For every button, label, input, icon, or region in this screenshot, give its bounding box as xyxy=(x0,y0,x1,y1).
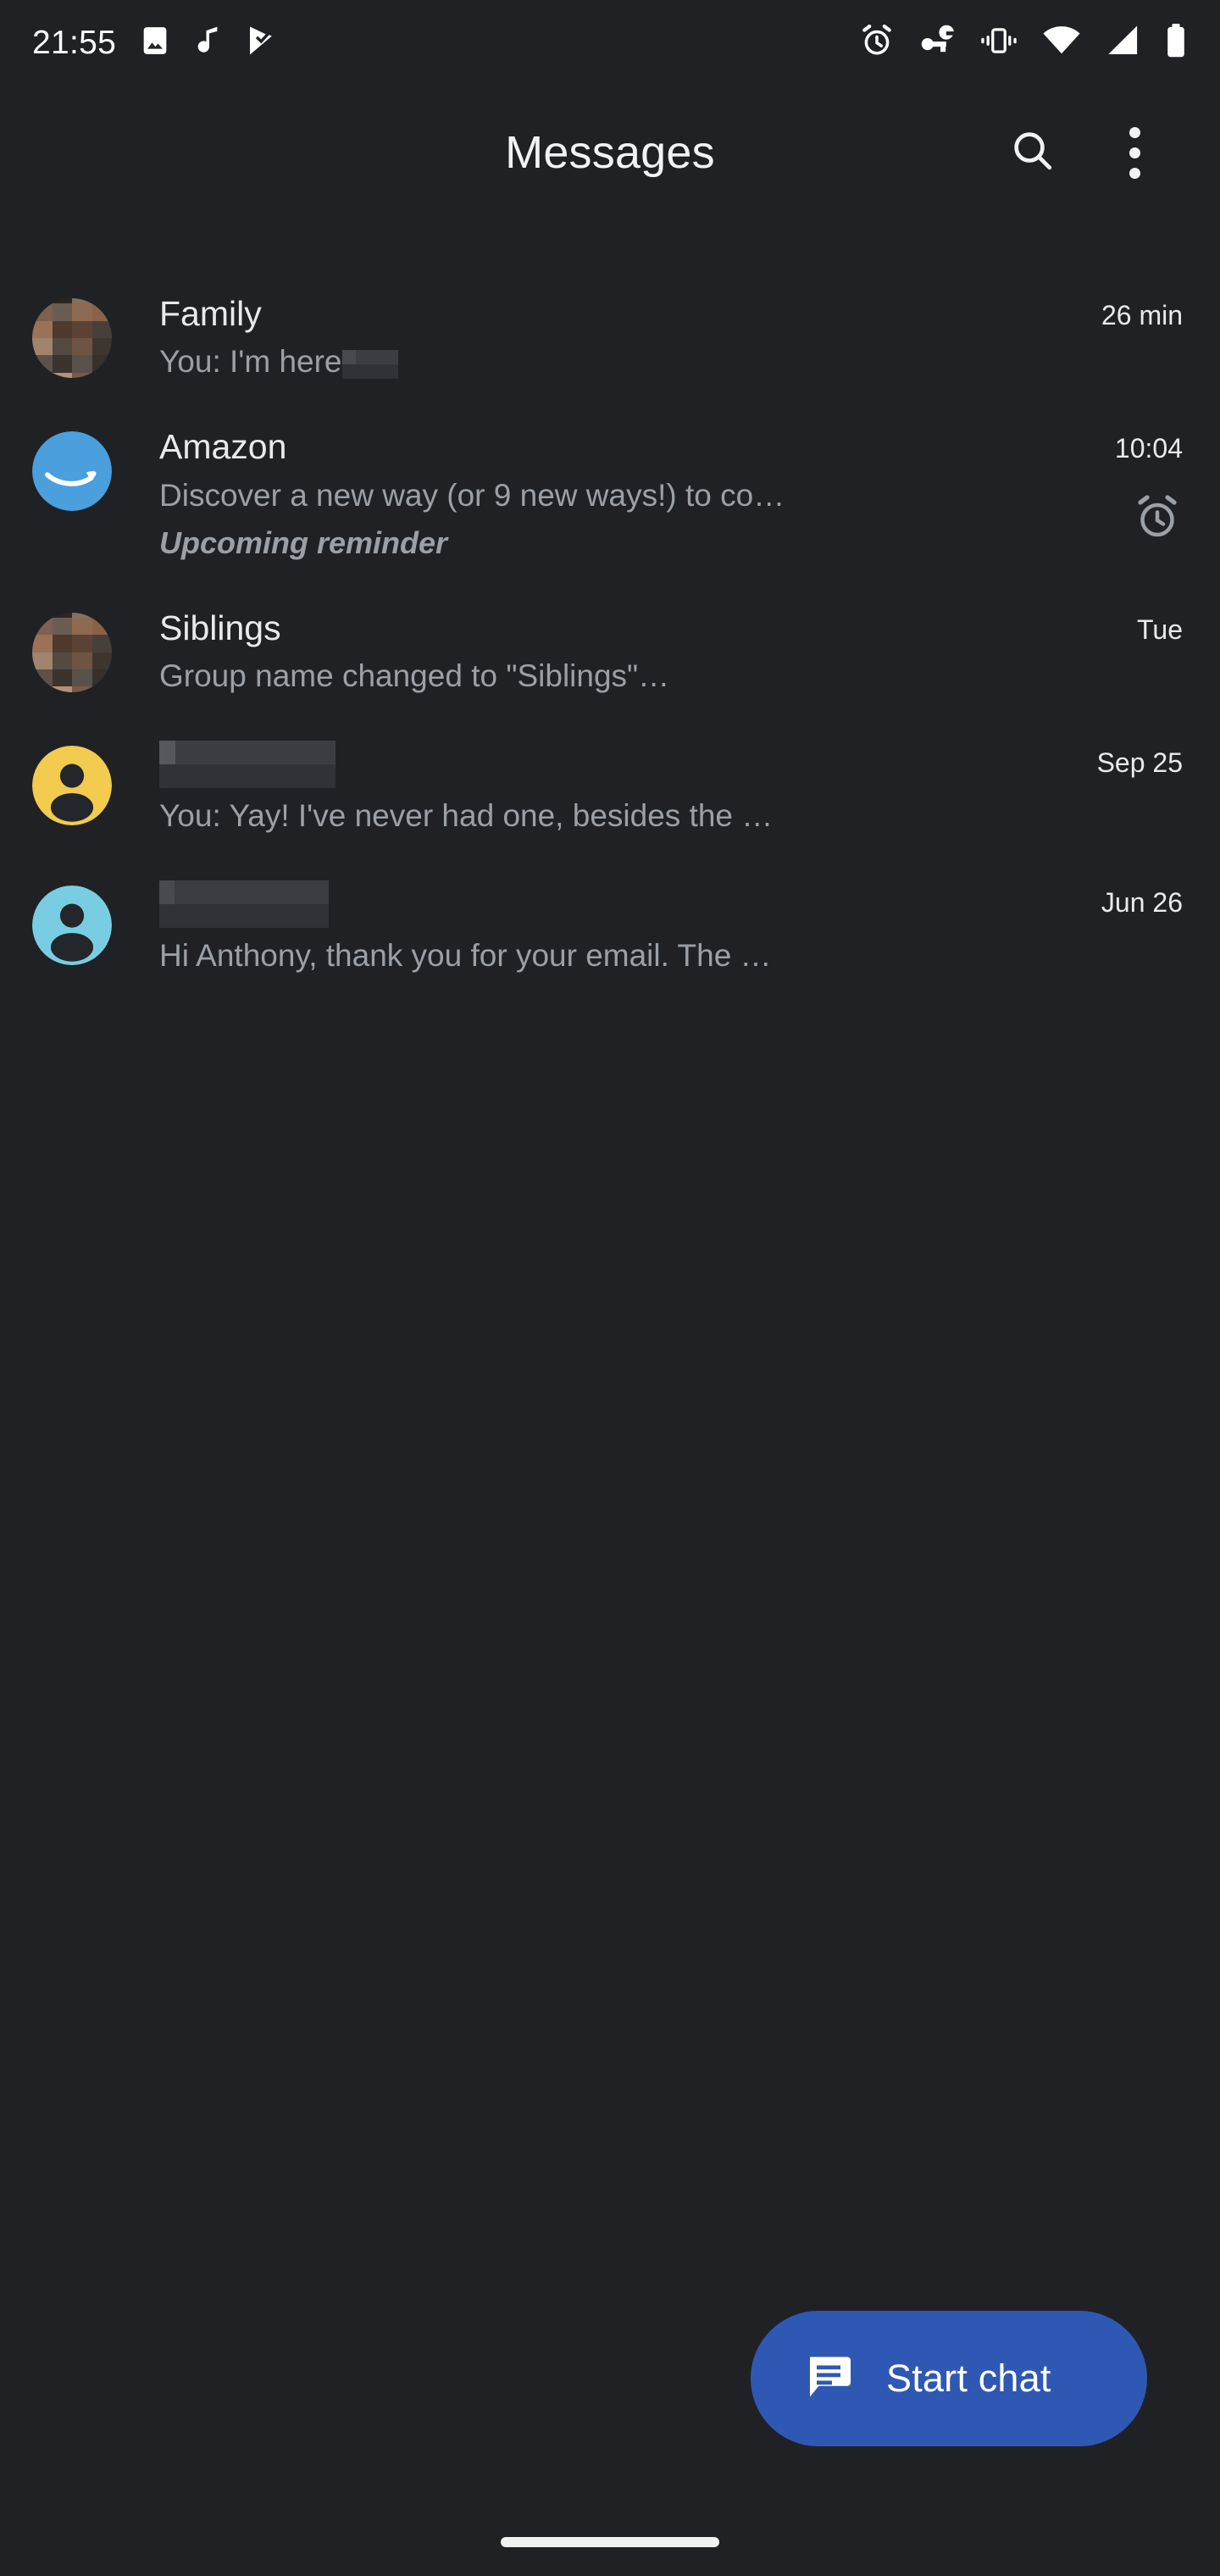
conversation-snippet-text: Discover a new way (or 9 new ways!) to c… xyxy=(159,477,785,513)
vpn-key-icon xyxy=(918,23,956,63)
conversation-meta: Tue xyxy=(1056,608,1183,646)
avatar[interactable] xyxy=(32,431,112,512)
vibrate-icon xyxy=(979,24,1018,62)
conversation-meta: 10:04 xyxy=(1056,426,1183,547)
conversation-snippet-text: Group name changed to "Siblings"… xyxy=(159,658,670,694)
conversation-timestamp: 10:04 xyxy=(1114,433,1183,464)
conversation-row[interactable]: Amazon Discover a new way (or 9 new ways!… xyxy=(0,404,1220,585)
status-bar-left: 21:55 xyxy=(32,24,277,62)
conversation-name-text: Siblings xyxy=(159,608,281,647)
conversation-timestamp: Jun 26 xyxy=(1101,887,1183,919)
conversation-text: Siblings Group name changed to "Siblings"… xyxy=(159,608,1056,697)
conversation-subtitle: Upcoming reminder xyxy=(159,525,448,560)
overflow-menu-button[interactable] xyxy=(1101,119,1167,186)
start-chat-fab[interactable]: Start chat xyxy=(751,2311,1147,2446)
status-bar: 21:55 xyxy=(0,0,1220,85)
chat-bubble-icon xyxy=(803,2351,854,2407)
conversation-snippet-text: You: I'm here xyxy=(159,344,342,380)
avatar-circle xyxy=(32,886,112,966)
conversation-name xyxy=(159,880,1032,929)
conversation-timestamp: 26 min xyxy=(1101,300,1183,330)
person-icon xyxy=(32,746,112,826)
avatar-circle xyxy=(32,746,112,826)
conversation-name xyxy=(159,741,1032,789)
wifi-icon xyxy=(1042,24,1081,62)
conversation-name-text: Amazon xyxy=(159,427,287,467)
conversation-text: Family You: I'm here xyxy=(159,293,1056,382)
conversation-snippet: Hi Anthony, thank you for your email. Th… xyxy=(159,935,1032,976)
conversation-text: Hi Anthony, thank you for your email. Th… xyxy=(159,880,1056,976)
conversation-row[interactable]: Family You: I'm here 26 min xyxy=(0,271,1220,404)
photo-icon xyxy=(138,24,172,62)
cellular-signal-icon xyxy=(1105,24,1140,62)
messages-app-screen: 21:55 Messages Family You: I'm here 26 m… xyxy=(0,0,1220,2576)
avatar[interactable] xyxy=(32,886,112,966)
avatar-photo-mosaic xyxy=(32,298,112,378)
conversation-row[interactable]: Hi Anthony, thank you for your email. Th… xyxy=(0,858,1220,998)
conversation-snippet-text: Hi Anthony, thank you for your email. Th… xyxy=(159,938,772,974)
alarm-icon xyxy=(859,23,895,63)
start-chat-label: Start chat xyxy=(886,2357,1051,2400)
avatar-circle xyxy=(32,431,112,512)
conversation-meta: Jun 26 xyxy=(1056,880,1183,919)
conversation-snippet: You: Yay! I've never had one, besides th… xyxy=(159,796,1032,836)
conversation-snippet: You: I'm here xyxy=(159,341,1032,382)
avatar[interactable] xyxy=(32,746,112,826)
conversation-snippet: Discover a new way (or 9 new ways!) to c… xyxy=(159,475,1032,516)
conversation-name: Amazon xyxy=(159,426,1032,467)
conversation-name-text: Family xyxy=(159,294,262,333)
music-note-icon xyxy=(194,24,223,62)
app-bar: Messages xyxy=(0,93,1220,212)
conversation-row[interactable]: You: Yay! I've never had one, besides th… xyxy=(0,719,1220,858)
avatar-photo-mosaic xyxy=(32,612,112,692)
conversation-timestamp: Tue xyxy=(1137,613,1183,645)
person-icon xyxy=(32,886,112,966)
avatar-circle xyxy=(32,612,112,692)
status-clock: 21:55 xyxy=(32,24,117,61)
conversation-snippet: Group name changed to "Siblings"… xyxy=(159,656,1032,697)
conversation-timestamp: Sep 25 xyxy=(1096,747,1183,779)
redacted-text xyxy=(159,741,336,789)
status-bar-right xyxy=(859,23,1188,63)
more-vert-icon xyxy=(1128,126,1140,179)
play-check-icon xyxy=(245,24,277,62)
conversation-name: Siblings xyxy=(159,608,1032,648)
redacted-text xyxy=(159,880,329,929)
conversation-list[interactable]: Family You: I'm here 26 min Amazon Discover … xyxy=(0,271,1220,998)
avatar-circle xyxy=(32,298,112,378)
battery-icon xyxy=(1164,23,1188,63)
redacted-text xyxy=(341,349,398,379)
amazon-logo-icon xyxy=(32,431,112,512)
conversation-meta: 26 min xyxy=(1056,293,1183,331)
home-gesture-pill[interactable] xyxy=(501,2537,719,2547)
avatar[interactable] xyxy=(32,612,112,692)
search-icon xyxy=(1009,127,1056,179)
conversation-text: Amazon Discover a new way (or 9 new ways!… xyxy=(159,426,1056,563)
search-button[interactable] xyxy=(1000,119,1066,186)
avatar[interactable] xyxy=(32,298,112,378)
reminder-alarm-icon xyxy=(1132,491,1183,547)
conversation-meta: Sep 25 xyxy=(1056,741,1183,779)
conversation-name: Family xyxy=(159,293,1032,334)
conversation-row[interactable]: Siblings Group name changed to "Siblings"… xyxy=(0,586,1220,719)
conversation-snippet-text: You: Yay! I've never had one, besides th… xyxy=(159,798,774,834)
conversation-text: You: Yay! I've never had one, besides th… xyxy=(159,741,1056,836)
